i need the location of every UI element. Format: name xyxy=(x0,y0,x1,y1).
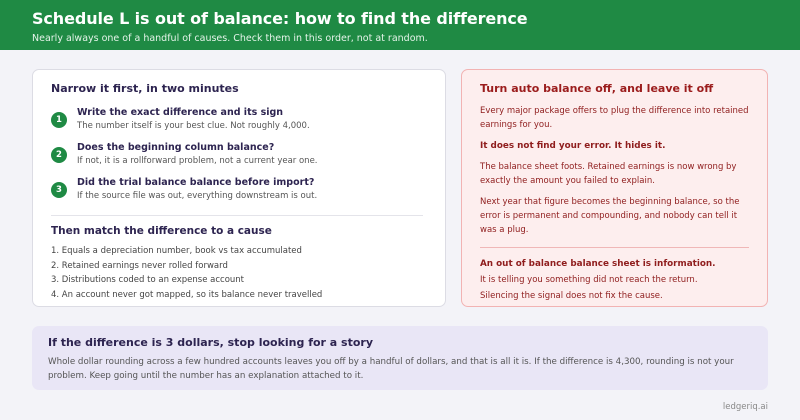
warning-emphasis: An out of balance balance sheet is infor… xyxy=(480,259,716,269)
cause-item: 4. An account never got mapped, so its b… xyxy=(51,289,323,300)
step-title: Does the beginning column balance? xyxy=(77,142,275,153)
cause-item: 1. Equals a depreciation number, book vs… xyxy=(51,246,302,256)
step-item: 1 Write the exact difference and its sig… xyxy=(51,106,427,141)
narrow-it-card: Narrow it first, in two minutes 1 Write … xyxy=(32,69,446,307)
warning-paragraph: Every major package offers to plug the d… xyxy=(480,106,749,130)
page-header: Schedule L is out of balance: how to fin… xyxy=(0,0,800,50)
warning-title: Turn auto balance off, and leave it off xyxy=(480,82,714,95)
step-item: 3 Did the trial balance balance before i… xyxy=(51,176,427,211)
step-description: If not, it is a rollforward problem, not… xyxy=(77,156,318,166)
causes-list: 1. Equals a depreciation number, book vs… xyxy=(51,244,427,302)
step-description: The number itself is your best clue. Not… xyxy=(77,121,310,131)
warning-paragraph: Silencing the signal does not fix the ca… xyxy=(480,291,663,301)
step-item: 2 Does the beginning column balance? If … xyxy=(51,141,427,176)
page-subtitle: Nearly always one of a handful of causes… xyxy=(32,33,428,44)
banner-title: If the difference is 3 dollars, stop loo… xyxy=(48,336,374,349)
auto-balance-warning-card: Turn auto balance off, and leave it off … xyxy=(461,69,768,307)
cause-item: 2. Retained earnings never rolled forwar… xyxy=(51,260,228,271)
narrow-it-title: Narrow it first, in two minutes xyxy=(51,82,239,95)
step-number-badge: 2 xyxy=(51,147,67,163)
step-title: Write the exact difference and its sign xyxy=(77,107,284,118)
brand-footer: ledgeriq.ai xyxy=(722,402,768,412)
warning-emphasis: It does not find your error. It hides it… xyxy=(480,141,666,151)
section-divider xyxy=(51,215,423,216)
warning-paragraph: The balance sheet foots. Retained earnin… xyxy=(480,162,737,186)
warning-paragraph: Next year that figure becomes the beginn… xyxy=(480,197,740,235)
page-title: Schedule L is out of balance: how to fin… xyxy=(32,9,528,28)
causes-title: Then match the difference to a cause xyxy=(51,225,272,237)
step-description: If the source file was out, everything d… xyxy=(77,191,318,201)
cause-item: 3. Distributions coded to an expense acc… xyxy=(51,275,245,285)
step-number-badge: 3 xyxy=(51,182,67,198)
banner-text: Whole dollar rounding across a few hundr… xyxy=(48,357,734,381)
steps-list: 1 Write the exact difference and its sig… xyxy=(51,106,427,211)
step-number-badge: 1 xyxy=(51,112,67,128)
warning-paragraph: It is telling you something did not reac… xyxy=(480,275,698,285)
step-title: Did the trial balance balance before imp… xyxy=(77,177,315,188)
warning-divider xyxy=(480,247,749,248)
rounding-banner: If the difference is 3 dollars, stop loo… xyxy=(32,326,768,390)
